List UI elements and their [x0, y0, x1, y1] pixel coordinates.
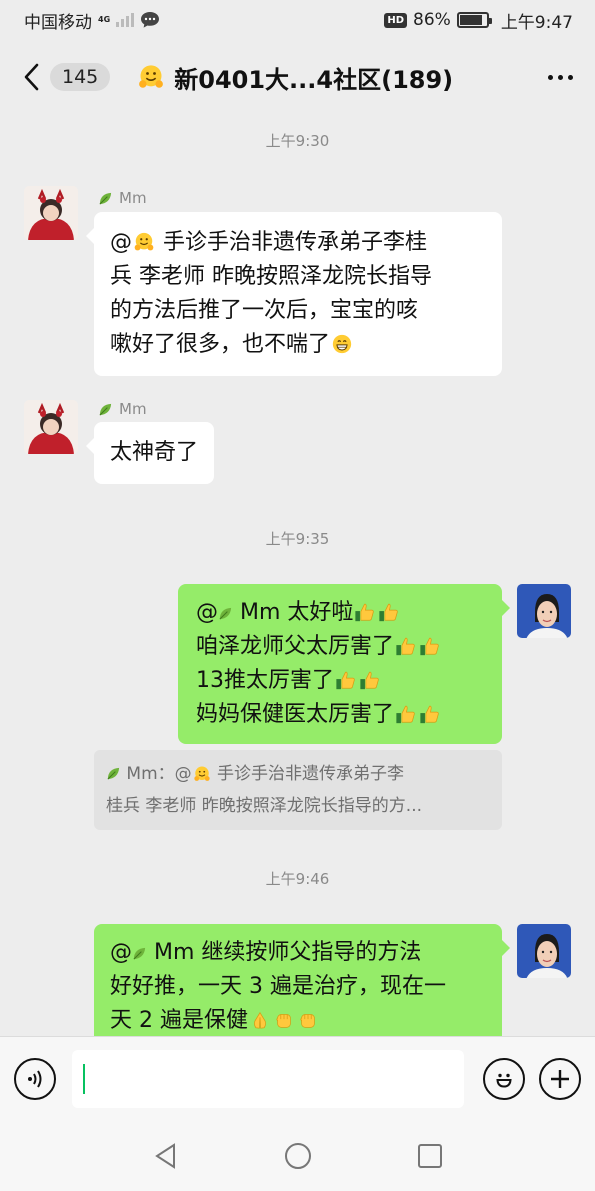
leaf-icon — [98, 402, 113, 417]
mention-symbol: @ — [196, 600, 218, 625]
status-bar: 中国移动 4G HD 86% 上午9:47 — [0, 0, 595, 40]
message-bubble-own[interactable]: @ Mm 继续按师父指导的方法 好好推，一天 3 遍是治疗，现在一 天 2 遍是… — [94, 924, 510, 1036]
nav-home-icon[interactable] — [283, 1141, 313, 1171]
quote-line: Mm：@ 手诊手治非遗传承弟子李 — [106, 758, 490, 790]
message-text: 13推太厉害了 — [196, 668, 334, 693]
chat-message-list[interactable]: 上午9:30 Mm @ 手诊手治非遗传承弟子李桂 兵 李老师 昨晚按照泽龙院长指… — [0, 114, 595, 1036]
message-line: 妈妈保健医太厉害了 — [196, 698, 484, 732]
message-text: Mm 太好啦 — [240, 600, 354, 625]
quote-sender: Mm：@ — [126, 764, 192, 784]
more-icon[interactable] — [544, 65, 577, 90]
chat-header: 145 新0401大...4社区(189) — [0, 40, 595, 114]
quote-text: 手诊手治非遗传承弟子李 — [217, 764, 405, 784]
message-text: Mm 继续按师父指导的方法 — [154, 940, 422, 965]
thumbs-up-icon — [354, 601, 376, 623]
grinning-emoji-icon — [331, 333, 353, 355]
chat-notification-icon — [141, 12, 159, 28]
message-text: 天 2 遍是保健 — [110, 1008, 248, 1033]
plus-icon[interactable] — [539, 1058, 581, 1100]
message-timestamp: 上午9:35 — [265, 530, 330, 548]
avatar[interactable] — [517, 584, 571, 638]
avatar[interactable] — [24, 186, 78, 240]
carrier-name: 中国移动 — [24, 12, 92, 33]
chat-title-text: 新0401大...4社区(189) — [174, 65, 454, 94]
text-cursor — [83, 1064, 85, 1094]
hugging-emoji-icon — [137, 63, 165, 91]
message-timestamp: 上午9:30 — [265, 132, 330, 150]
nav-recent-icon[interactable] — [417, 1143, 443, 1169]
quoted-message[interactable]: Mm：@ 手诊手治非遗传承弟子李 桂兵 李老师 昨晚按照泽龙院长指导的方... — [94, 750, 502, 830]
message-line: 13推太厉害了 — [196, 664, 484, 698]
fist-icon — [273, 1009, 295, 1031]
mention-symbol: @ — [110, 230, 132, 255]
chevron-left-icon[interactable] — [18, 57, 44, 97]
thumbs-up-icon — [359, 669, 381, 691]
message-line: 好好推，一天 3 遍是治疗，现在一 — [110, 974, 446, 999]
avatar[interactable] — [24, 400, 78, 454]
message-input-bar — [0, 1036, 595, 1121]
message-line: @ Mm 太好啦 — [196, 596, 484, 630]
message-input[interactable] — [72, 1050, 464, 1108]
leaf-icon — [106, 766, 121, 781]
thumbs-up-icon — [335, 669, 357, 691]
battery-icon — [456, 12, 492, 28]
sender-name-text: Mm — [119, 400, 147, 418]
pray-icon — [249, 1009, 271, 1031]
hugging-emoji-icon — [133, 231, 155, 253]
sender-name-text: Mm — [119, 189, 147, 207]
message-bubble-own[interactable]: @ Mm 太好啦 咱泽龙师父太厉害了 13推太厉害了 妈妈保健医太厉害了 — [178, 584, 510, 744]
leaf-icon — [132, 946, 147, 961]
message-line: 天 2 遍是保健 — [110, 1004, 486, 1036]
message-text: 嗽好了很多，也不喘了 — [110, 332, 331, 357]
message-text: 咱泽龙师父太厉害了 — [196, 634, 395, 659]
thumbs-up-icon — [395, 635, 417, 657]
message-bubble[interactable]: 太神奇了 — [85, 422, 215, 484]
nav-back-icon[interactable] — [152, 1142, 180, 1170]
hugging-emoji-icon — [193, 765, 211, 783]
fist-icon — [297, 1009, 319, 1031]
mention-symbol: @ — [110, 940, 132, 965]
message-line: 的方法后推了一次后，宝宝的咳 — [110, 298, 419, 323]
thumbs-up-icon — [378, 601, 400, 623]
message-line: 嗽好了很多，也不喘了 — [110, 328, 486, 362]
message-timestamp: 上午9:46 — [265, 870, 330, 888]
avatar[interactable] — [517, 924, 571, 978]
message-line: 兵 李老师 昨晚按照泽龙院长指导 — [110, 264, 432, 289]
message-line: @ 手诊手治非遗传承弟子李桂 — [110, 226, 486, 260]
leaf-icon — [218, 606, 233, 621]
message-text: 妈妈保健医太厉害了 — [196, 702, 395, 727]
message-line: 咱泽龙师父太厉害了 — [196, 630, 484, 664]
leaf-icon — [98, 191, 113, 206]
sender-name: Mm — [98, 400, 147, 418]
message-bubble[interactable]: @ 手诊手治非遗传承弟子李桂 兵 李老师 昨晚按照泽龙院长指导 的方法后推了一次… — [86, 212, 502, 376]
thumbs-up-icon — [419, 635, 441, 657]
message-text: 手诊手治非遗传承弟子李桂 — [163, 230, 428, 255]
thumbs-up-icon — [419, 703, 441, 725]
network-type: 4G — [98, 15, 111, 24]
thumbs-up-icon — [395, 703, 417, 725]
quote-line: 桂兵 李老师 昨晚按照泽龙院长指导的方... — [106, 796, 423, 816]
status-time: 上午9:47 — [500, 12, 573, 33]
message-line: @ Mm 继续按师父指导的方法 — [110, 936, 486, 970]
hd-badge: HD — [384, 12, 408, 28]
sender-name: Mm — [98, 189, 147, 207]
unread-count-badge[interactable]: 145 — [50, 63, 111, 91]
emoji-icon[interactable] — [483, 1058, 525, 1100]
battery-percent: 86% — [413, 10, 451, 30]
system-navigation-bar — [0, 1121, 595, 1191]
voice-icon[interactable] — [14, 1058, 56, 1100]
signal-icon — [116, 13, 134, 27]
chat-title[interactable]: 新0401大...4社区(189) — [136, 60, 453, 95]
message-text: 太神奇了 — [110, 440, 199, 465]
